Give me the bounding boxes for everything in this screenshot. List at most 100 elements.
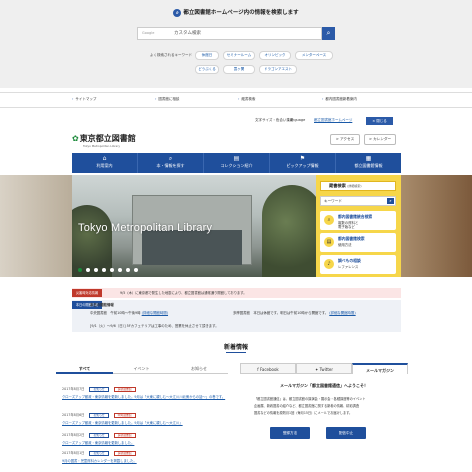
- building-icon: ▦: [365, 155, 372, 162]
- tab-mail-magazine[interactable]: メールマガジン: [352, 363, 408, 374]
- keyword-chip[interactable]: 霞ヶ関: [223, 65, 255, 74]
- disaster-notice-tag: 災害時対応情報: [72, 289, 102, 297]
- util-link-sitemap[interactable]: サイトマップ: [72, 97, 96, 102]
- logo-icon: ✿: [72, 134, 79, 143]
- house-icon: ⌂: [102, 155, 107, 162]
- tab-all[interactable]: すべて: [56, 363, 113, 374]
- logo-subtitle: Tokyo Metropolitan Library: [83, 144, 121, 148]
- mobile-link[interactable]: 都立図書館ホームページ: [314, 118, 352, 123]
- hero-caption: Tokyo Metropolitan Library: [78, 222, 213, 234]
- util-link-consult[interactable]: 図書館に相談: [155, 97, 179, 102]
- catalog-keyword-input[interactable]: キーワード ⌕: [320, 196, 396, 206]
- news-tabs: すべて イベント お知らせ: [56, 363, 228, 374]
- search-button[interactable]: ⌕: [322, 27, 335, 40]
- keyword-chip[interactable]: オリンピック: [259, 51, 291, 60]
- panel-title-text: 蔵書検索: [329, 183, 346, 188]
- search-icon: ⌕: [326, 29, 331, 37]
- book-icon: ▤: [233, 155, 240, 162]
- unsubscribe-button[interactable]: 配信中止: [326, 427, 366, 439]
- carousel-dot[interactable]: [102, 268, 106, 272]
- news-tag: お知らせ: [89, 433, 109, 438]
- access-button[interactable]: > アクセス: [330, 134, 360, 145]
- carousel-dot[interactable]: [126, 268, 130, 272]
- news-link[interactable]: クローズアップ都政・東京情報を更新しました。: [62, 440, 232, 445]
- news-link[interactable]: 9月の図書・児童資料カレンダーを掲載しました。: [62, 458, 232, 463]
- mailmag-text: 「都立図書館通信」は、都立図書館の講演会・展示会・各種講座等のイベント: [254, 397, 366, 401]
- news-link[interactable]: クローズアップ都政・東京情報を更新しました。9月は「大東に親しむ〜大江川」: [62, 420, 232, 425]
- nav-item-search[interactable]: ⌕ 本・情報を探す: [138, 153, 204, 173]
- tab-events[interactable]: イベント: [113, 363, 170, 374]
- site-logo[interactable]: ✿東京都立図書館: [72, 133, 136, 144]
- bell-icon: ♪: [324, 259, 334, 269]
- keyword-chip[interactable]: 休館日: [195, 51, 219, 60]
- catalog-search-title[interactable]: 蔵書検索 (詳細検索): [320, 181, 396, 191]
- nav-item-library-info[interactable]: ▦ 都立図書館情報: [336, 153, 401, 173]
- news-item: 2017年8月7日 お知らせ 多摩図書館クローズアップ都政・東京情報を更新しました。…: [62, 386, 232, 399]
- opening-detail-link[interactable]: (詳細な開館時間): [329, 311, 355, 315]
- keywords-label: よく検索されるキーワード: [150, 53, 192, 57]
- language-link[interactable]: Language: [288, 118, 305, 122]
- mailmag-text: 図書などの情報を原則月1回（毎月15日）にメールでお届けします。: [254, 411, 353, 415]
- news-date: 2017年8月7日: [62, 387, 85, 391]
- news-tag: お知らせ: [89, 451, 109, 456]
- tab-label: Facebook: [259, 367, 279, 372]
- news-tag: お知らせ: [89, 387, 109, 392]
- tab-notices[interactable]: お知らせ: [170, 363, 228, 374]
- carousel-dot[interactable]: [118, 268, 122, 272]
- hero-side-image-right: [401, 175, 472, 277]
- nav-item-collection[interactable]: ▤ コレクション紹介: [204, 153, 270, 173]
- tab-facebook[interactable]: f Facebook: [240, 363, 296, 374]
- subscribe-button[interactable]: 登録方法: [270, 427, 310, 439]
- tab-twitter[interactable]: ✦ Twitter: [296, 363, 352, 374]
- disaster-notice-text[interactable]: 9/5（木）に東京都で発生した地震により、都立図書館は通常通り開館しております。: [120, 290, 247, 295]
- util-link-catalog[interactable]: 蔵書検索: [238, 97, 255, 102]
- carousel-dot[interactable]: [78, 268, 82, 272]
- news-item: 2017年8月6日 お知らせ 中央図書館 クローズアップ都政・東京情報を更新しました。…: [62, 412, 232, 425]
- nav-label: ピックアップ情報: [286, 163, 319, 168]
- opening-heading: 本日の開館情報: [90, 303, 114, 307]
- logo-text: 東京都立図書館: [79, 134, 136, 143]
- panel-title-sub: (詳細検索): [347, 184, 362, 188]
- calendar-button[interactable]: > カレンダー: [364, 134, 396, 145]
- search-icon[interactable]: ⌕: [387, 198, 394, 204]
- button-desc: 電子版など: [338, 225, 355, 229]
- carousel-dot[interactable]: [86, 268, 90, 272]
- search-icon: ⌕: [173, 8, 182, 17]
- opening-detail-link[interactable]: (詳細な開館時間): [142, 311, 168, 315]
- library-search-button[interactable]: ▤ 都内図書館検索 使用方法: [320, 233, 396, 252]
- nav-label: コレクション紹介: [220, 163, 253, 168]
- close-button[interactable]: × 閉じる: [366, 117, 393, 125]
- keyword-chip[interactable]: どうぶくる: [195, 65, 219, 74]
- news-tag: 多摩図書館: [113, 387, 136, 392]
- news-tag: 多摩図書館: [113, 451, 136, 456]
- keyword-placeholder: キーワード: [324, 199, 342, 203]
- util-link-new-arrivals[interactable]: 都内図書館新着案内: [322, 97, 357, 102]
- book-icon: ▤: [324, 237, 334, 247]
- news-tag: お知らせ: [89, 413, 109, 418]
- cafeteria-notice: [9/1（火）〜9/6（日）] 5Fカフェテリアは工事のため、営業を休止させて頂…: [90, 324, 219, 328]
- news-date: 2017年8月6日: [62, 413, 85, 417]
- reference-button[interactable]: ♪ 調べもの相談 レファレンス: [320, 255, 396, 274]
- search-icon: ⌕: [324, 215, 334, 225]
- news-item: 2017年8月2日 お知らせ 多摩図書館クローズアップ都政・東京情報を更新しました。: [62, 432, 232, 445]
- tab-label: Twitter: [319, 367, 334, 372]
- news-tag: 多摩図書館: [113, 433, 136, 438]
- carousel-dot[interactable]: [134, 268, 138, 272]
- keyword-chip[interactable]: セミナールーム: [223, 51, 255, 60]
- keyword-chip[interactable]: メンターペース: [295, 51, 333, 60]
- carousel-dot[interactable]: [94, 268, 98, 272]
- global-nav: ⌂ 利用案内 ⌕ 本・情報を探す ▤ コレクション紹介 ⚑ ピックアップ情報 ▦ 都立図書…: [72, 153, 401, 173]
- carousel-dot[interactable]: [110, 268, 114, 272]
- nav-label: 都立図書館情報: [354, 163, 383, 168]
- news-link[interactable]: クローズアップ都政・東京情報を更新しました。9月は「大東に親しむ〜大江川川北側か…: [62, 394, 232, 399]
- integrated-search-button[interactable]: ⌕ 都内図書館統合検索 複数の資料と 電子版など: [320, 211, 396, 230]
- nav-item-pickup[interactable]: ⚑ ピックアップ情報: [270, 153, 336, 173]
- nav-item-guide[interactable]: ⌂ 利用案内: [72, 153, 138, 173]
- search-input[interactable]: Google カスタム検索: [137, 27, 322, 40]
- news-date: 2017年8月2日: [62, 433, 85, 437]
- search-placeholder: カスタム検索: [174, 31, 201, 36]
- tree: [72, 205, 112, 277]
- opening-line-tama: 多摩図書館 本日は休館です。明日は午前10時から開館です。 (詳細な開館時間): [233, 310, 356, 315]
- keyword-chip[interactable]: ドラゴンアエスト: [259, 65, 297, 74]
- tree: [262, 185, 316, 277]
